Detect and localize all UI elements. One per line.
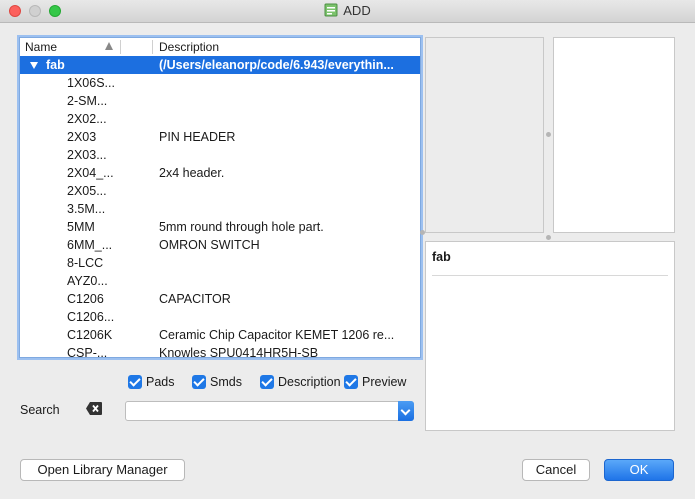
device-name: 2X03 — [67, 130, 97, 144]
tree-row-device[interactable]: 2X03 PIN HEADER — [20, 128, 420, 146]
library-name: fab — [46, 58, 65, 72]
tree-row-device[interactable]: 3.5M... — [20, 200, 420, 218]
tree-row-device[interactable]: 2-SM... — [20, 92, 420, 110]
device-name: C1206 — [67, 292, 104, 306]
checkmark-icon — [128, 375, 142, 389]
package-preview-pane — [553, 37, 675, 233]
tree-row-library-fab[interactable]: fab (/Users/eleanorp/code/6.943/everythi… — [20, 56, 420, 74]
tree-row-device[interactable]: 2X05... — [20, 182, 420, 200]
tree-row-device[interactable]: C1206... — [20, 308, 420, 326]
device-description: 2x4 header. — [159, 166, 225, 180]
description-divider — [432, 275, 668, 276]
tree-row-device[interactable]: 8-LCC — [20, 254, 420, 272]
tree-row-device[interactable]: 2X03... — [20, 146, 420, 164]
library-tree[interactable]: Name Description fab (/Users/eleanorp/co… — [19, 37, 421, 358]
device-name: C1206... — [67, 310, 115, 324]
device-name: 2-SM... — [67, 94, 108, 108]
device-description: CAPACITOR — [159, 292, 231, 306]
description-label: Description — [278, 375, 341, 389]
tree-row-device[interactable]: 5MM 5mm round through hole part. — [20, 218, 420, 236]
checkmark-icon — [344, 375, 358, 389]
device-name: 2X05... — [67, 184, 107, 198]
device-description: OMRON SWITCH — [159, 238, 260, 252]
title-bar: ADD — [0, 0, 695, 23]
tree-row-device[interactable]: 6MM_... OMRON SWITCH — [20, 236, 420, 254]
device-description: PIN HEADER — [159, 130, 236, 144]
symbol-preview-pane — [425, 37, 544, 233]
device-name: C1206K — [67, 328, 113, 342]
search-label: Search — [20, 403, 60, 417]
device-description: Ceramic Chip Capacitor KEMET 1206 re... — [159, 328, 395, 342]
clear-search-icon[interactable] — [86, 402, 102, 415]
pads-label: Pads — [146, 375, 175, 389]
device-description: Knowles SPU0414HR5H-SB — [159, 346, 319, 358]
column-divider[interactable] — [120, 40, 121, 54]
description-title: fab — [432, 250, 451, 264]
ok-button[interactable]: OK — [604, 459, 674, 481]
device-name: 5MM — [67, 220, 95, 234]
column-divider[interactable] — [152, 40, 153, 54]
checkmark-icon — [192, 375, 206, 389]
search-combobox[interactable] — [125, 401, 414, 421]
column-header-description[interactable]: Description — [159, 40, 219, 54]
tree-row-device[interactable]: 1X06S... — [20, 74, 420, 92]
sort-ascending-icon — [105, 42, 113, 50]
search-input[interactable] — [129, 403, 394, 419]
device-name: 8-LCC — [67, 256, 104, 270]
device-name: 2X02... — [67, 112, 107, 126]
tree-header: Name Description — [20, 38, 420, 57]
window-title: ADD — [343, 3, 371, 18]
column-header-name[interactable]: Name — [25, 40, 57, 54]
checkmark-icon — [260, 375, 274, 389]
chevron-down-icon[interactable] — [398, 401, 414, 421]
open-library-manager-button[interactable]: Open Library Manager — [20, 459, 185, 481]
device-name: 2X03... — [67, 148, 107, 162]
device-name: 6MM_... — [67, 238, 113, 252]
vertical-splitter-handle[interactable] — [546, 132, 551, 137]
tree-row-device[interactable]: 2X02... — [20, 110, 420, 128]
preview-label: Preview — [362, 375, 407, 389]
cancel-button[interactable]: Cancel — [522, 459, 590, 481]
tree-row-device[interactable]: AYZ0... — [20, 272, 420, 290]
device-name: AYZ0... — [67, 274, 108, 288]
smds-label: Smds — [210, 375, 242, 389]
tree-row-device[interactable]: CSP-... Knowles SPU0414HR5H-SB — [20, 344, 420, 358]
device-description: 5mm round through hole part. — [159, 220, 324, 234]
tree-row-device[interactable]: 2X04_... 2x4 header. — [20, 164, 420, 182]
eagle-app-icon — [324, 3, 338, 17]
device-name: 1X06S... — [67, 76, 115, 90]
tree-row-device[interactable]: C1206K Ceramic Chip Capacitor KEMET 1206 … — [20, 326, 420, 344]
horizontal-splitter-handle[interactable] — [546, 235, 551, 240]
tree-row-device[interactable]: C1206 CAPACITOR — [20, 290, 420, 308]
library-path: (/Users/eleanorp/code/6.943/everythin... — [159, 58, 394, 72]
device-name: 2X04_... — [67, 166, 114, 180]
description-pane: fab — [425, 241, 675, 431]
disclosure-triangle-icon[interactable] — [30, 62, 38, 69]
left-splitter-handle[interactable] — [420, 230, 425, 235]
device-name: 3.5M... — [67, 202, 106, 216]
device-name: CSP-... — [67, 346, 108, 358]
window-title-group: ADD — [0, 3, 695, 18]
